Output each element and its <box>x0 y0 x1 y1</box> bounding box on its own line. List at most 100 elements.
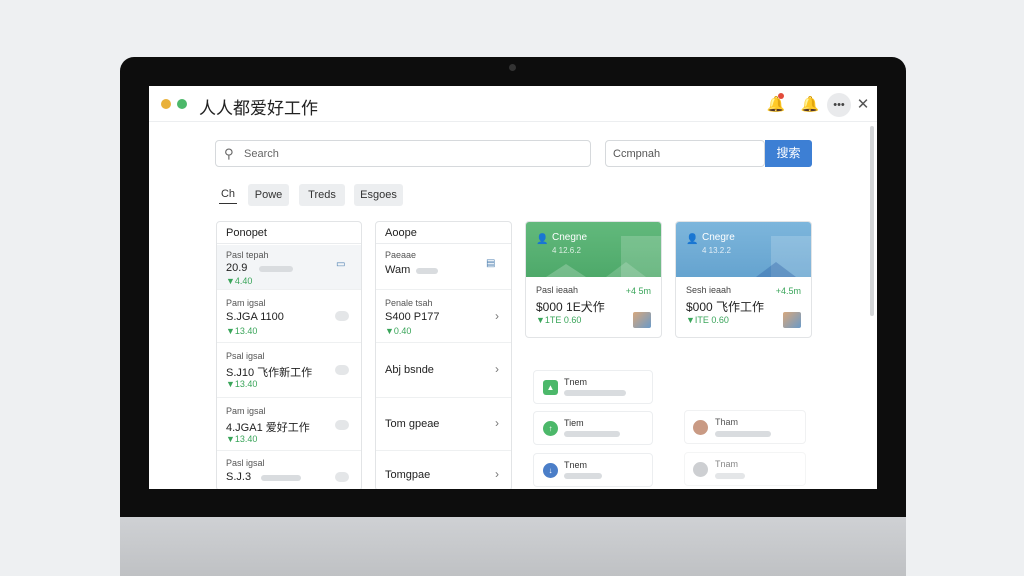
card-value: $000 飞作工作 <box>686 300 765 314</box>
row-label: Pam igsal <box>226 298 266 308</box>
chevron-right-icon[interactable]: › <box>495 467 499 481</box>
card-hero <box>676 222 811 277</box>
list-item[interactable]: Pam igsal S.JGA 1100 ▼13.40 <box>217 291 361 343</box>
app-window: 人人都爱好工作 🔔 🔔 ••• ✕ ⚲ Search Ccmpnah 搜索 Ch… <box>149 86 877 489</box>
list-item[interactable]: Penale tsah S400 P177 ▼0.40 › <box>376 291 511 343</box>
card-hero-graphic <box>756 236 811 277</box>
list-header: Aoope <box>376 222 511 244</box>
row-value: 20.9 <box>226 262 248 274</box>
card-hero <box>526 222 661 277</box>
row-value: S.J.3 <box>226 471 252 483</box>
card-change-detail: ▼1TE 0.60 <box>536 315 582 325</box>
list-header: Ponopet <box>217 222 361 244</box>
window-dot-green[interactable] <box>177 99 187 109</box>
search-button[interactable]: 搜索 <box>765 140 812 167</box>
avatar <box>693 420 708 435</box>
item-title: Tiem <box>564 418 584 428</box>
row-value: S.J10 飞作新工作 <box>226 367 313 379</box>
item-title: Tnem <box>564 377 588 387</box>
row-value: S400 P177 <box>385 311 440 323</box>
user-icon: 👤 <box>536 234 549 245</box>
list-item[interactable]: Tham <box>684 410 806 444</box>
row-label: Psal igsal <box>226 351 265 361</box>
user-icon: 👤 <box>686 234 699 245</box>
row-label: Pam igsal <box>226 406 266 416</box>
up-icon: ▲ <box>543 380 558 395</box>
stock-card[interactable]: 👤 Cnegre 4 13.2.2 Sesh ieaah +4.5m $000 … <box>675 221 812 338</box>
row-label: Paeaae <box>385 250 417 260</box>
row-change: ▼0.40 <box>385 326 412 336</box>
company-field[interactable]: Ccmpnah <box>605 140 765 167</box>
row-label: Pasl igsal <box>226 458 265 468</box>
chevron-right-icon[interactable]: › <box>495 362 499 376</box>
row-change: ▼13.40 <box>226 379 258 389</box>
list-item[interactable]: Tomgpae › <box>376 452 511 489</box>
search-icon: ⚲ <box>224 146 234 161</box>
row-value: Tom gpeae <box>385 418 440 430</box>
arrow-up-icon: ↑ <box>543 421 558 436</box>
chevron-right-icon[interactable]: › <box>495 416 499 430</box>
card-value: $000 1E犬作 <box>536 300 605 314</box>
item-title: Tnem <box>564 460 588 470</box>
card-change: +4 5m <box>625 286 651 296</box>
card-title: Cnegne <box>552 232 588 243</box>
row-value: Abj bsnde <box>385 364 434 376</box>
row-label: Penale tsah <box>385 298 433 308</box>
chevron-right-icon[interactable]: › <box>495 309 499 323</box>
row-change: ▼13.40 <box>226 434 258 444</box>
scrollbar[interactable] <box>870 126 874 316</box>
card-change-detail: ▼ITE 0.60 <box>686 315 729 325</box>
row-value: S.JGA 1100 <box>226 311 284 323</box>
avatar <box>693 462 708 477</box>
row-change: ▼13.40 <box>226 326 258 336</box>
row-label: Pasl tepah <box>226 250 269 260</box>
item-title: Tham <box>715 417 739 427</box>
card-label: Sesh ieaah <box>686 285 732 295</box>
toggle-pill[interactable] <box>335 472 349 482</box>
list-item[interactable]: ↓ Tnem <box>533 453 653 487</box>
monitor-stand <box>120 517 906 576</box>
filter-tab-powe[interactable]: Powe <box>248 184 289 206</box>
title-bar: 人人都爱好工作 🔔 🔔 ••• ✕ <box>149 86 877 122</box>
row-value: Wam <box>385 264 411 276</box>
list-item[interactable]: Paeaae Wam ▤ <box>376 245 511 290</box>
list-item[interactable]: Pasl igsal S.J.3 <box>217 452 361 489</box>
window-dot-yellow[interactable] <box>161 99 171 109</box>
list-item[interactable]: Tom gpeae › <box>376 399 511 451</box>
search-input[interactable]: ⚲ Search <box>215 140 591 167</box>
toggle-pill[interactable] <box>335 365 349 375</box>
filter-tab-ch[interactable]: Ch <box>219 184 237 204</box>
toggle-pill[interactable] <box>335 420 349 430</box>
card-hero-graphic <box>546 236 661 277</box>
account-list: Aoope Paeaae Wam ▤ Penale tsah S400 P177… <box>375 221 512 489</box>
webcam-icon <box>509 64 516 71</box>
search-placeholder: Search <box>244 148 279 160</box>
card-icon[interactable]: ▭ <box>336 259 345 270</box>
list-item[interactable]: Pasl tepah 20.9 ▼4.40 ▭ <box>217 245 361 290</box>
row-value: Tomgpae <box>385 469 431 481</box>
filter-tab-treds[interactable]: Treds <box>299 184 345 206</box>
portfolio-list: Ponopet Pasl tepah 20.9 ▼4.40 ▭ Pam igsa… <box>216 221 362 489</box>
item-title: Tnam <box>715 459 739 469</box>
filter-tab-esgoes[interactable]: Esgoes <box>354 184 403 206</box>
calendar-icon[interactable]: ▤ <box>486 258 495 269</box>
list-item[interactable]: ▲ Tnem <box>533 370 653 404</box>
close-icon[interactable]: ✕ <box>852 94 874 116</box>
app-title: 人人都爱好工作 <box>199 99 318 118</box>
list-item[interactable]: ↑ Tiem <box>533 411 653 445</box>
stock-card[interactable]: 👤 Cnegne 4 12.6.2 Pasl ieaah +4 5m $000 … <box>525 221 662 338</box>
list-item[interactable]: Tnam <box>684 452 806 486</box>
card-thumbnail <box>783 312 801 328</box>
toggle-pill[interactable] <box>335 311 349 321</box>
list-item[interactable]: Psal igsal S.J10 飞作新工作 ▼13.40 <box>217 344 361 398</box>
card-title: Cnegre <box>702 232 735 243</box>
list-item[interactable]: Abj bsnde › <box>376 344 511 398</box>
row-value: 4.JGA1 爱好工作 <box>226 422 310 434</box>
arrow-down-icon: ↓ <box>543 463 558 478</box>
list-item[interactable]: Pam igsal 4.JGA1 爱好工作 ▼13.40 <box>217 399 361 451</box>
card-subtitle: 4 13.2.2 <box>702 246 731 255</box>
bell-icon[interactable]: 🔔 <box>799 94 821 116</box>
card-subtitle: 4 12.6.2 <box>552 246 581 255</box>
more-options-button[interactable]: ••• <box>827 93 851 117</box>
row-change: ▼4.40 <box>226 276 253 286</box>
